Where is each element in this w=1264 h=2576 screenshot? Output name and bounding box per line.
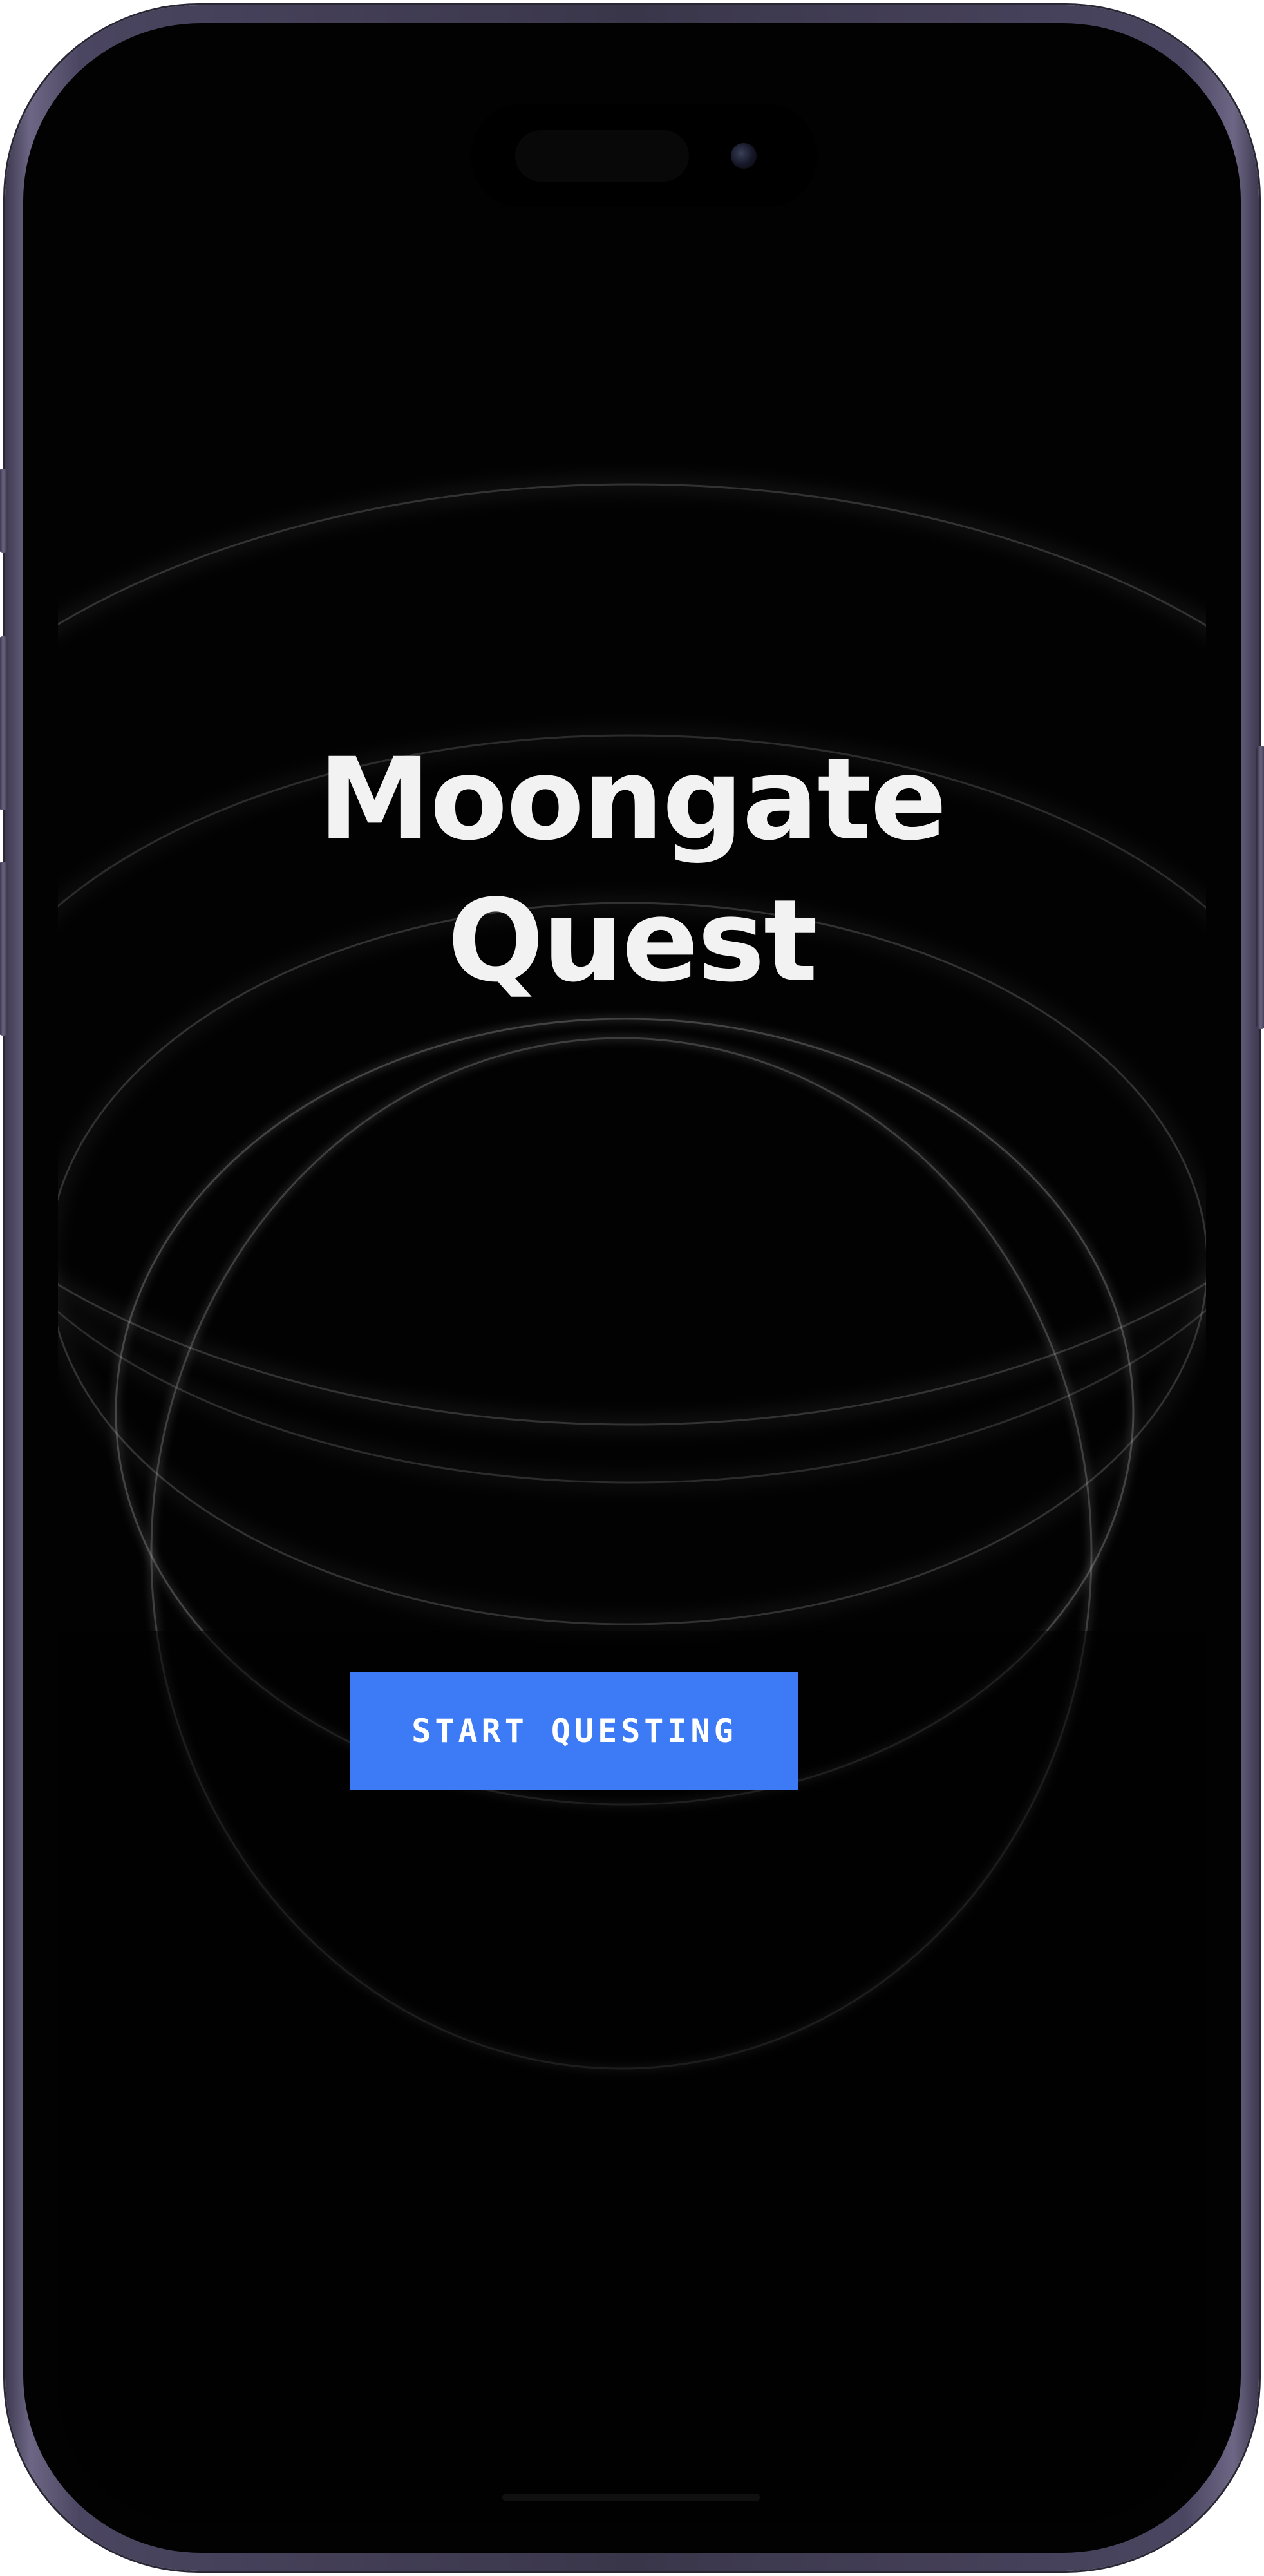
home-indicator — [502, 2494, 760, 2501]
volume-up-button — [0, 636, 8, 810]
background-rings-graphic — [58, 480, 1206, 2523]
app-title: Moongate Quest — [58, 729, 1206, 1012]
dynamic-island — [470, 104, 818, 207]
action-button — [0, 469, 8, 553]
app-title-line-1: Moongate — [318, 734, 947, 866]
app-screen: Moongate Quest — [58, 53, 1206, 2523]
volume-down-button — [0, 862, 8, 1036]
app-title-line-2: Quest — [447, 875, 818, 1007]
power-button — [1256, 746, 1264, 1029]
camera-icon — [731, 143, 757, 169]
island-sensor — [515, 130, 689, 182]
start-questing-button[interactable]: START QUESTING — [350, 1672, 798, 1790]
